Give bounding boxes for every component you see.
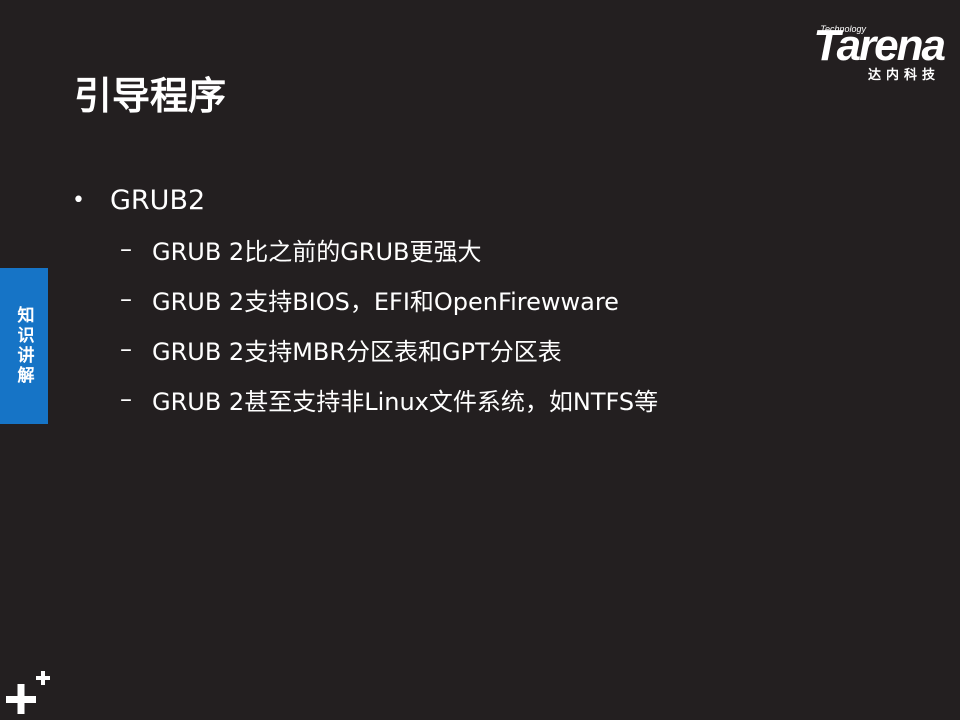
sub-item-text: GRUB 2比之前的GRUB更强大	[152, 237, 482, 266]
sub-item: – GRUB 2甚至支持非Linux文件系统，如NTFS等	[72, 374, 932, 424]
tarena-logo: Technology Tarena 达内科技	[774, 21, 946, 84]
sub-item-text: GRUB 2支持MBR分区表和GPT分区表	[152, 337, 562, 366]
dash-icon: –	[120, 285, 132, 313]
sub-item: – GRUB 2比之前的GRUB更强大	[72, 224, 932, 274]
dash-icon: –	[120, 335, 132, 363]
sub-item-text: GRUB 2甚至支持非Linux文件系统，如NTFS等	[152, 387, 659, 416]
logo-wordmark: Tarena	[813, 21, 946, 70]
slide-content: • GRUB2 – GRUB 2比之前的GRUB更强大 – GRUB 2支持BI…	[72, 176, 932, 424]
sub-item: – GRUB 2支持BIOS，EFI和OpenFirewware	[72, 274, 932, 324]
bullet-item: • GRUB2	[72, 176, 932, 224]
dash-icon: –	[120, 235, 132, 263]
bullet-text: GRUB2	[110, 184, 206, 216]
bullet-dot-icon: •	[72, 187, 85, 213]
slide: Technology Tarena 达内科技 引导程序 知识讲解 • GRUB2…	[0, 0, 960, 720]
plus-icon	[6, 671, 50, 714]
dash-icon: –	[120, 385, 132, 413]
sub-item-text: GRUB 2支持BIOS，EFI和OpenFirewware	[152, 287, 619, 316]
sub-item: – GRUB 2支持MBR分区表和GPT分区表	[72, 324, 932, 374]
side-tab-label: 知识讲解	[13, 306, 34, 386]
logo-chinese-name: 达内科技	[867, 68, 940, 83]
side-tab: 知识讲解	[0, 268, 48, 424]
slide-title: 引导程序	[74, 74, 227, 118]
